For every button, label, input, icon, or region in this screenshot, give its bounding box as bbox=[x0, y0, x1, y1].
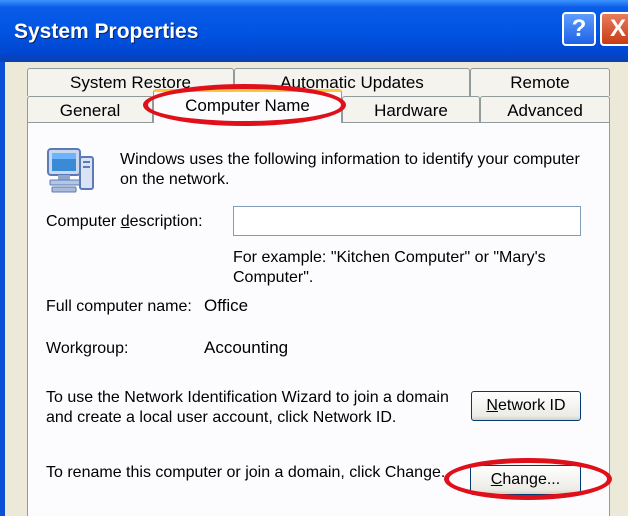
annotation-oval-change-button bbox=[444, 458, 612, 500]
window-title: System Properties bbox=[14, 20, 199, 43]
computer-icon bbox=[47, 148, 94, 193]
close-icon: X bbox=[609, 15, 626, 42]
label-part: escription: bbox=[129, 213, 203, 230]
close-button[interactable]: X bbox=[600, 12, 628, 46]
intro-text: Windows uses the following information t… bbox=[120, 151, 580, 188]
computer-description-input[interactable] bbox=[233, 206, 581, 236]
rename-description: To rename this computer or join a domain… bbox=[46, 464, 446, 481]
full-computer-name-label: Full computer name: bbox=[46, 298, 192, 315]
annotation-oval-computer-name-tab bbox=[143, 84, 346, 126]
example-text: For example: "Kitchen Computer" or "Mary… bbox=[233, 249, 546, 286]
window-border bbox=[0, 62, 5, 516]
help-icon: ? bbox=[571, 15, 587, 42]
tab-general[interactable]: General bbox=[27, 96, 153, 124]
access-key: N bbox=[486, 397, 498, 414]
label-part: Computer bbox=[46, 213, 121, 230]
computer-description-label: Computer description: bbox=[46, 212, 203, 232]
button-label: etwork ID bbox=[497, 397, 566, 414]
tab-remote[interactable]: Remote bbox=[470, 68, 610, 96]
tab-advanced[interactable]: Advanced bbox=[480, 96, 610, 124]
workgroup-label: Workgroup: bbox=[46, 340, 129, 357]
title-bar[interactable]: System Properties ? X bbox=[0, 0, 628, 62]
help-button[interactable]: ? bbox=[562, 12, 596, 46]
tab-hardware[interactable]: Hardware bbox=[342, 96, 480, 124]
network-id-button[interactable]: Network ID bbox=[471, 391, 581, 421]
full-computer-name-value: Office bbox=[204, 296, 249, 315]
system-properties-window: System Properties ? X System Restore Aut… bbox=[0, 0, 628, 516]
workgroup-value: Accounting bbox=[204, 338, 289, 357]
access-key: d bbox=[120, 213, 130, 230]
network-id-description: To use the Network Identification Wizard… bbox=[46, 389, 449, 426]
